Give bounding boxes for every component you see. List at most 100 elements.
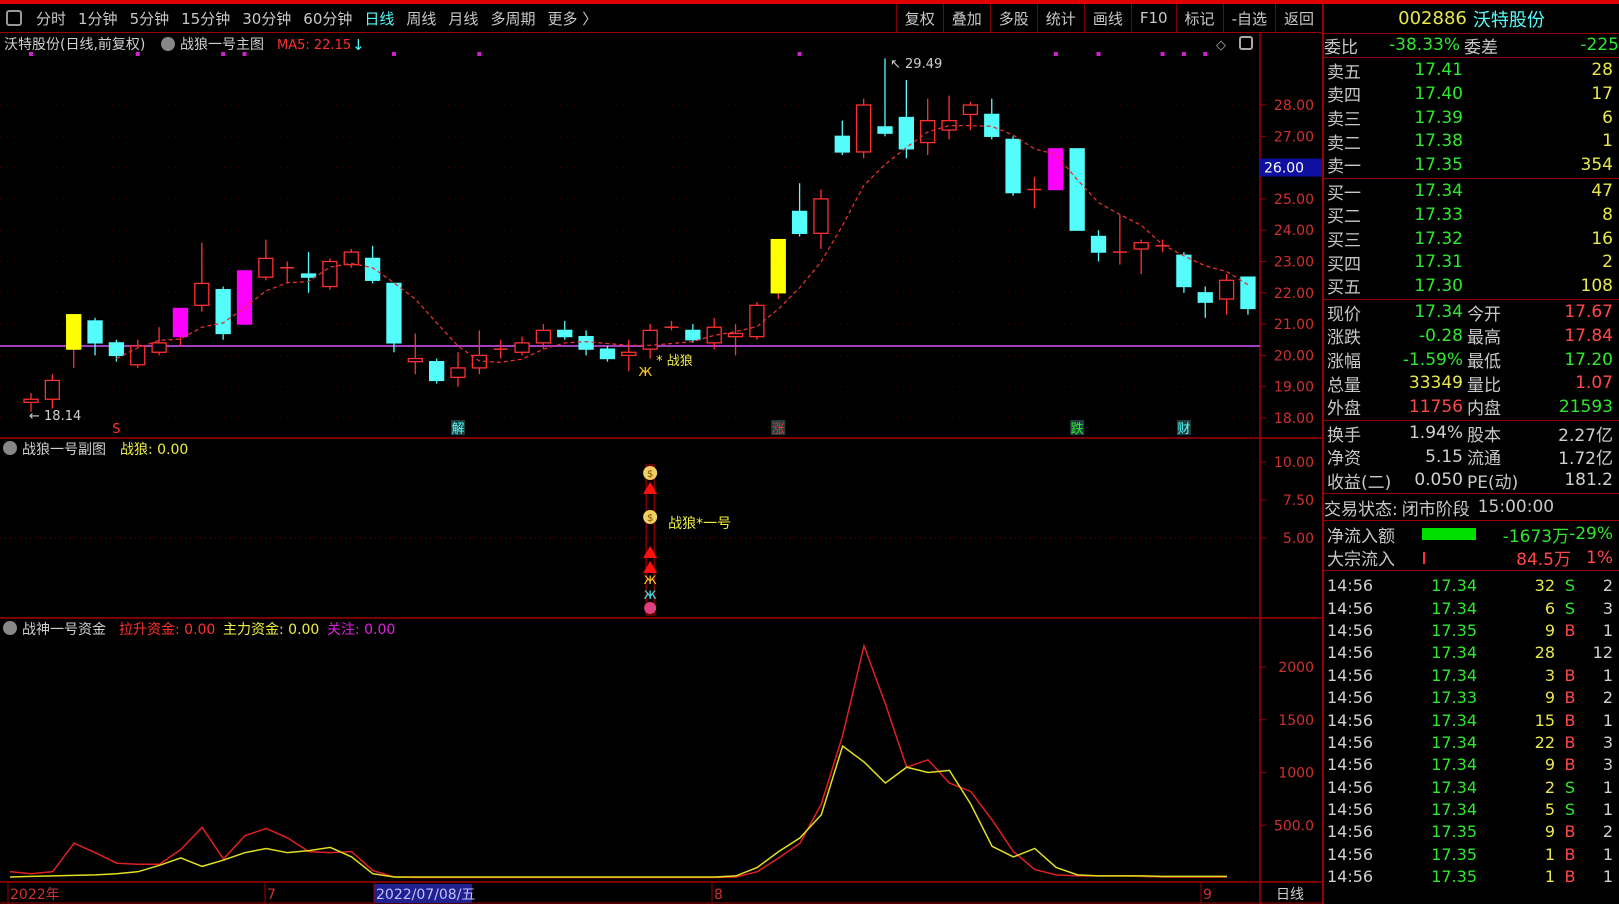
label: 委差 [1464,37,1498,58]
toolbar-action-button[interactable]: 叠加 [942,4,990,32]
candle [1005,136,1021,196]
trade-row: 14:56 17.34 9 B 3 [1324,754,1619,776]
trade-price: 17.33 [1431,688,1477,708]
flow-bar-track [1422,528,1482,541]
trade-side: B [1564,822,1576,842]
candle-body [1197,292,1213,303]
candle [428,358,445,384]
event-marker[interactable]: S [112,422,120,437]
stat-row: 总量 33349 量比 1.07 [1324,371,1619,396]
candle-body [87,320,103,344]
x-axis-label: 2022年 [10,887,60,903]
event-marker[interactable]: 解 [451,422,464,437]
trade-volume: 9 [1544,822,1555,842]
candle-body [1090,235,1107,253]
chart-bg [0,33,1322,904]
stat-value: 1.07 [1575,373,1613,394]
price-tick-label: 27.00 [1274,129,1314,145]
toolbar-action-button[interactable]: 多股 [989,4,1037,32]
event-marker[interactable]: 跌 [1071,421,1084,437]
trade-side: S [1564,576,1576,596]
period-tab[interactable]: 15分钟 [175,8,236,29]
stat-value: -0.28 [1419,325,1463,346]
trade-price: 17.34 [1431,755,1477,775]
level-label: 卖五 [1327,62,1361,83]
candle [215,286,231,340]
trade-count: 3 [1602,598,1613,618]
trade-price: 17.35 [1431,867,1477,887]
trade-ticks[interactable]: 14:56 17.34 32 S 2 14:56 17.34 6 S 3 14:56 17.35 9 B 1… [1324,571,1619,887]
candle [343,248,359,268]
period-tab[interactable]: 日线 [358,8,400,29]
level-volume: 8 [1602,204,1613,225]
period-tab[interactable]: 多周期 [484,8,541,29]
fund-label: 换手 [1327,425,1361,446]
status-time: 15:00:00 [1477,497,1555,518]
signal-dot [1203,52,1208,56]
price-stats: 现价 17.34 今开 17.67 涨跌 -0.28 最高 17.84 涨幅 -1.59% 最低 17… [1324,300,1619,421]
candle-body [621,351,637,357]
stat-label: 外盘 [1327,399,1361,420]
trade-volume: 3 [1544,665,1555,685]
period-tab[interactable]: 5分钟 [124,8,176,29]
toolbar-action-button[interactable]: 统计 [1036,4,1084,32]
fund-value: 1.72亿 [1558,449,1613,470]
toolbar-action-button[interactable]: 画线 [1083,4,1131,32]
fund-value: 5.15 [1425,446,1463,467]
period-tab[interactable]: 60分钟 [297,8,358,29]
panel-toggle-icon[interactable] [6,10,22,26]
chart-area[interactable]: 28.00 27.00 25.00 24.00 23.00 22.00 21.00 20.00… [0,33,1322,904]
event-marker[interactable]: 涨 [772,422,785,437]
trade-row: 14:56 17.33 9 B 2 [1324,686,1619,708]
trade-side: B [1564,620,1576,640]
sub-tick-label: 10.00 [1274,455,1314,471]
stat-label: 内盘 [1467,399,1501,420]
butterfly-icon: ж [638,361,652,380]
money-series-3: 关注: 0.00 [327,622,395,638]
candle-body [727,332,744,338]
event-marker[interactable]: 财 [1177,422,1190,437]
toolbar-action-button[interactable]: 返回 [1274,4,1322,32]
period-tab[interactable]: 30分钟 [236,8,297,29]
sub-dropdown-icon[interactable] [3,441,17,455]
dollar-glyph: $ [647,513,653,524]
level-volume: 28 [1591,60,1613,81]
toolbar-action-button[interactable]: 标记 [1175,4,1223,32]
period-tab[interactable]: 分时 [30,8,72,29]
price-tick-label: 22.00 [1274,286,1314,302]
trade-count: 3 [1602,732,1613,752]
trade-side: S [1564,777,1576,797]
period-tab[interactable]: 更多 〉 [541,8,603,29]
money-tick-label: 500.0 [1274,818,1314,834]
trade-count: 1 [1602,800,1613,820]
stat-label: 最低 [1467,352,1501,373]
candle-body [813,198,829,234]
toolbar-action-button[interactable]: -自选 [1222,4,1275,32]
diamond-icon[interactable]: ◇ [1216,38,1226,53]
candle-body [322,260,338,288]
level-volume: 16 [1591,228,1613,249]
trade-volume: 22 [1534,732,1555,752]
period-tab[interactable]: 周线 [400,8,442,29]
trade-price: 17.34 [1431,777,1477,797]
candle-body [194,282,210,306]
flower-icon [644,602,657,614]
level-price: 17.41 [1414,60,1463,81]
cursor-price: 26.00 [1264,161,1304,177]
stock-code: 002886 [1398,8,1467,29]
flow-bar [1423,551,1425,564]
candle-body [535,329,552,344]
trade-side: B [1564,867,1576,887]
toolbar-action-button[interactable]: F10 [1130,4,1176,32]
indicator-dropdown-icon[interactable] [161,37,175,51]
period-tab[interactable]: 月线 [442,8,484,29]
fund-value: 1.94% [1408,423,1463,444]
trade-time: 14:56 [1327,800,1374,820]
fund-value: 181.2 [1564,470,1613,491]
money-dropdown-icon[interactable] [3,621,17,635]
flow-row: 净流入额 -1673万 -29% [1324,522,1619,547]
toolbar-action-button[interactable]: 复权 [895,4,943,32]
level-price: 17.38 [1414,131,1463,152]
period-tab[interactable]: 1分钟 [72,8,124,29]
candle-body [151,342,167,353]
